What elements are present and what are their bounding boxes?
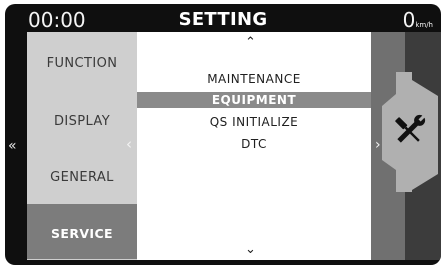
list-item-dtc[interactable]: DTC (137, 136, 371, 152)
menu-item-label: DISPLAY (53, 114, 111, 129)
menu-item-display[interactable]: DISPLAY (27, 114, 137, 130)
menu-item-function[interactable]: FUNCTION (27, 56, 137, 72)
list-item-maintenance[interactable]: MAINTENANCE (137, 71, 371, 87)
scroll-down-icon[interactable]: ⌄ (245, 243, 256, 256)
menu-item-label: GENERAL (50, 170, 114, 185)
service-list: ⌃ MAINTENANCE EQUIPMENT QS INITIALIZE DT… (137, 32, 371, 260)
chevron-right-icon[interactable]: › (375, 138, 381, 152)
double-chevron-left-icon[interactable]: « (8, 139, 17, 153)
menu-item-label: FUNCTION (46, 56, 118, 71)
scroll-up-icon[interactable]: ⌃ (245, 36, 256, 49)
page-title: SETTING (178, 9, 268, 30)
category-menu: FUNCTION DISPLAY GENERAL SERVICE (27, 32, 137, 260)
menu-item-label: SERVICE (50, 226, 113, 241)
chevron-left-icon[interactable]: ‹ (126, 137, 132, 152)
menu-item-general[interactable]: GENERAL (27, 170, 137, 186)
speed-unit: km/h (415, 21, 433, 29)
menu-item-service[interactable]: SERVICE (27, 204, 137, 259)
tools-icon[interactable] (382, 72, 438, 192)
speed-value: 0 (402, 8, 416, 32)
list-item-equipment[interactable]: EQUIPMENT (137, 92, 371, 108)
list-item-qs-initialize[interactable]: QS INITIALIZE (137, 114, 371, 130)
display-frame: 00:00 SETTING 0km/h « FUNCTION DISPLAY G… (5, 4, 441, 265)
